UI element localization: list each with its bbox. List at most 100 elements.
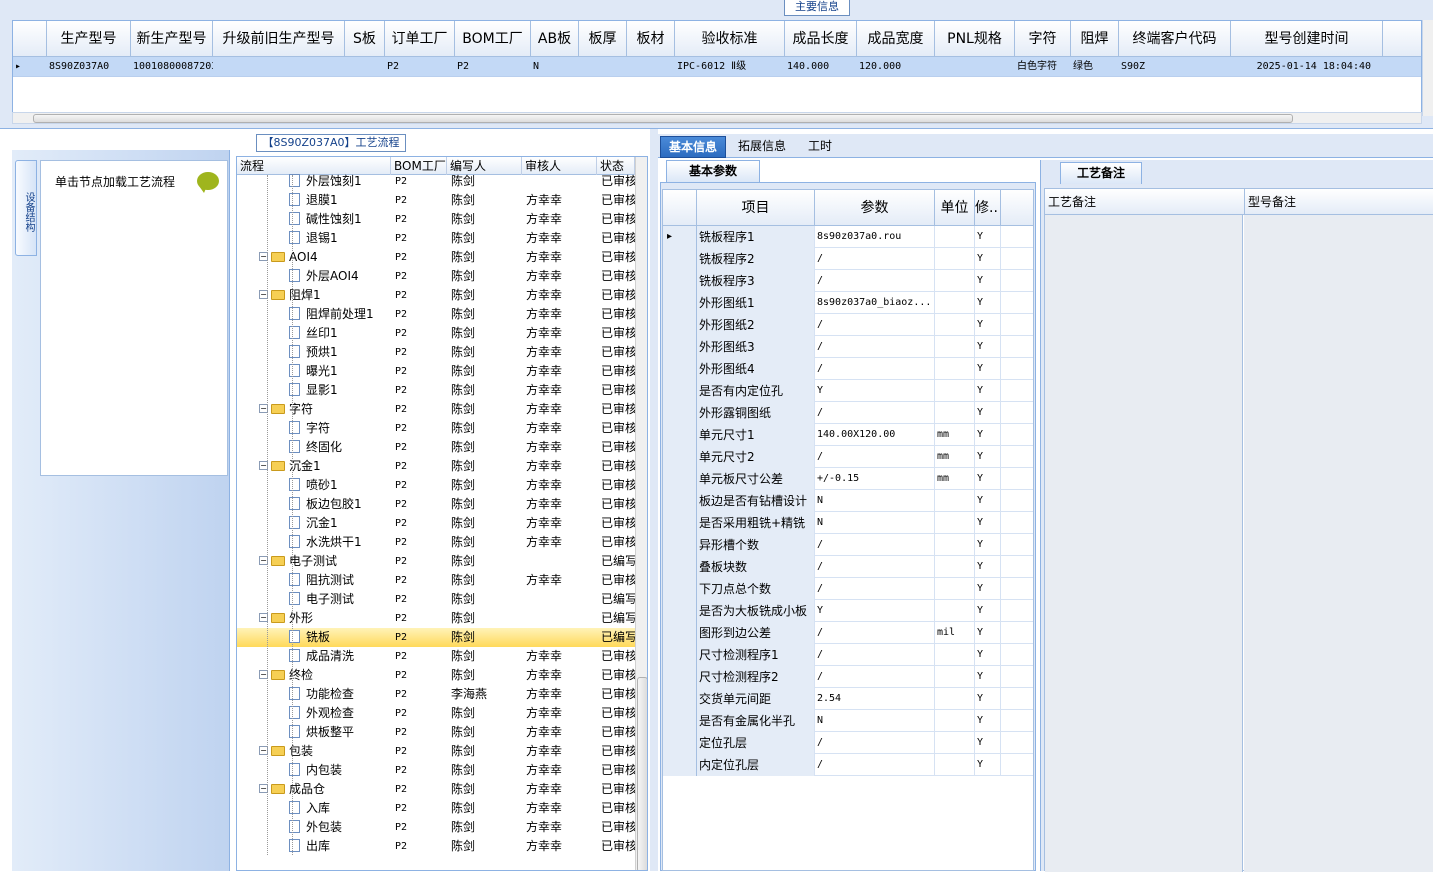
process-name-cell[interactable]: 碱性蚀刻1	[237, 210, 391, 229]
main-cell[interactable]	[345, 57, 385, 77]
process-tree-row[interactable]: 退膜1 P2 陈剑 方幸幸 已审核	[237, 191, 635, 210]
process-tree-row[interactable]: 入库 P2 陈剑 方幸幸 已审核	[237, 799, 635, 818]
params-cell[interactable]: /	[815, 644, 935, 666]
params-row[interactable]: 尺寸检测程序1/ Y	[663, 644, 1033, 666]
main-col-header[interactable]: 终端客户代码	[1119, 21, 1231, 57]
params-row-header[interactable]	[663, 556, 697, 578]
process-tree-row[interactable]: − 外形 P2 陈剑 已编写	[237, 609, 635, 628]
params-cell[interactable]: /	[815, 314, 935, 336]
tab-process-remark[interactable]: 工艺备注	[1060, 162, 1142, 184]
process-tree-row[interactable]: 终固化 P2 陈剑 方幸幸 已审核	[237, 438, 635, 457]
params-cell[interactable]: Y	[975, 534, 1001, 556]
main-col-header[interactable]: AB板	[531, 21, 579, 57]
process-tree-row[interactable]: 阻抗测试 P2 陈剑 方幸幸 已审核	[237, 571, 635, 590]
remark-grid[interactable]: 工艺备注 型号备注	[1044, 188, 1433, 872]
params-cell[interactable]: Y	[975, 468, 1001, 490]
params-cell[interactable]: Y	[975, 666, 1001, 688]
process-tree-row[interactable]: − 电子测试 P2 陈剑 已编写	[237, 552, 635, 571]
params-cell[interactable]: +/-0.15	[815, 468, 935, 490]
params-row[interactable]: 是否采用粗铣+精铣 N Y	[663, 512, 1033, 534]
params-row-header[interactable]	[663, 754, 697, 776]
params-cell[interactable]: 是否采用粗铣+精铣	[697, 512, 815, 534]
params-cell[interactable]	[935, 512, 975, 534]
params-cell[interactable]: Y	[975, 402, 1001, 424]
params-cell[interactable]: /	[815, 622, 935, 644]
process-name-cell[interactable]: 阻焊前处理1	[237, 305, 391, 324]
params-cell[interactable]: 尺寸检测程序1	[697, 644, 815, 666]
process-name-cell[interactable]: 字符	[237, 419, 391, 438]
main-col-header[interactable]: PNL规格	[935, 21, 1015, 57]
params-cell[interactable]: Y	[975, 688, 1001, 710]
params-row[interactable]: 叠板块数 / Y	[663, 556, 1033, 578]
main-col-header[interactable]: 订单工厂	[385, 21, 455, 57]
main-cell[interactable]	[935, 57, 1015, 77]
main-cell[interactable]: S90Z	[1119, 57, 1231, 77]
params-row[interactable]: 外形图纸3/ Y	[663, 336, 1033, 358]
process-name-cell[interactable]: 入库	[237, 799, 391, 818]
params-cell[interactable]: /	[815, 578, 935, 600]
main-cell[interactable]	[579, 57, 627, 77]
process-tree-vscrollbar[interactable]	[635, 157, 647, 870]
params-row[interactable]: 是否为大板铣成小板 Y Y	[663, 600, 1033, 622]
params-cell[interactable]: 定位孔层	[697, 732, 815, 754]
params-row-header[interactable]	[663, 666, 697, 688]
process-name-cell[interactable]: 成品清洗	[237, 647, 391, 666]
process-tree-row[interactable]: 外层蚀刻1 P2 陈剑 已审核	[237, 172, 635, 191]
process-tree-row[interactable]: 烘板整平 P2 陈剑 方幸幸 已审核	[237, 723, 635, 742]
params-cell[interactable]: Y	[975, 490, 1001, 512]
process-name-cell[interactable]: 水洗烘干1	[237, 533, 391, 552]
params-cell[interactable]: /	[815, 446, 935, 468]
params-row[interactable]: 异形槽个数 / Y	[663, 534, 1033, 556]
params-row-header[interactable]	[663, 512, 697, 534]
main-cell[interactable]: 140.000	[785, 57, 857, 77]
tab-basic-params[interactable]: 基本参数	[666, 160, 760, 182]
params-cell[interactable]: Y	[975, 248, 1001, 270]
params-cell[interactable]: 外形图纸2	[697, 314, 815, 336]
params-cell[interactable]: /	[815, 270, 935, 292]
params-cell[interactable]: 外形图纸1	[697, 292, 815, 314]
params-row-header[interactable]	[663, 600, 697, 622]
params-cell[interactable]: 140.00X120.00	[815, 424, 935, 446]
main-cell[interactable]: N	[531, 57, 579, 77]
process-name-cell[interactable]: 终固化	[237, 438, 391, 457]
params-cell[interactable]	[935, 490, 975, 512]
params-cell[interactable]	[935, 688, 975, 710]
process-name-cell[interactable]: − 电子测试	[237, 552, 391, 571]
params-cell[interactable]: 外形图纸3	[697, 336, 815, 358]
params-cell[interactable]: Y	[975, 358, 1001, 380]
tab-2[interactable]: 工时	[800, 136, 840, 158]
process-tree-row[interactable]: − 阻焊1 P2 陈剑 方幸幸 已审核	[237, 286, 635, 305]
params-cell[interactable]: Y	[815, 600, 935, 622]
params-cell[interactable]: 交货单元间距	[697, 688, 815, 710]
main-col-header[interactable]: 新生产型号	[131, 21, 213, 57]
params-cell[interactable]: 8s90z037a0_biaoz...	[815, 292, 935, 314]
params-cell[interactable]: /	[815, 534, 935, 556]
params-cell[interactable]: 尺寸检测程序2	[697, 666, 815, 688]
params-cell[interactable]	[935, 336, 975, 358]
params-cell[interactable]: /	[815, 402, 935, 424]
params-cell[interactable]: 2.54	[815, 688, 935, 710]
params-row[interactable]: 外形露铜图纸 / Y	[663, 402, 1033, 424]
params-cell[interactable]	[935, 534, 975, 556]
process-tree-row[interactable]: 曝光1 P2 陈剑 方幸幸 已审核	[237, 362, 635, 381]
params-cell[interactable]: 板边是否有钻槽设计	[697, 490, 815, 512]
process-name-cell[interactable]: − 终检	[237, 666, 391, 685]
params-body[interactable]: ▸ 铣板程序1 8s90z037a0.rou Y 铣板程序2/Y 铣板程序3/Y 外形图纸1…	[663, 226, 1033, 870]
process-tree-row[interactable]: 喷砂1 P2 陈剑 方幸幸 已审核	[237, 476, 635, 495]
process-tree-row[interactable]: − 终检 P2 陈剑 方幸幸 已审核	[237, 666, 635, 685]
params-cell[interactable]: 铣板程序2	[697, 248, 815, 270]
main-cell[interactable]: P2	[455, 57, 531, 77]
params-cell[interactable]: Y	[975, 226, 1001, 248]
params-cell[interactable]	[935, 578, 975, 600]
params-cell[interactable]: N	[815, 490, 935, 512]
params-cell[interactable]	[935, 710, 975, 732]
params-row[interactable]: 外形图纸1 8s90z037a0_biaoz... Y	[663, 292, 1033, 314]
main-info-vscrollbar[interactable]	[1422, 20, 1433, 116]
main-cell[interactable]: P2	[385, 57, 455, 77]
params-cell[interactable]: 内定位孔层	[697, 754, 815, 776]
process-tree-row[interactable]: 铣板 P2 陈剑 已编写	[237, 628, 635, 647]
process-name-cell[interactable]: 阻抗测试	[237, 571, 391, 590]
params-row-header[interactable]	[663, 468, 697, 490]
params-cell[interactable]: 外形图纸4	[697, 358, 815, 380]
params-cell[interactable]: 铣板程序3	[697, 270, 815, 292]
